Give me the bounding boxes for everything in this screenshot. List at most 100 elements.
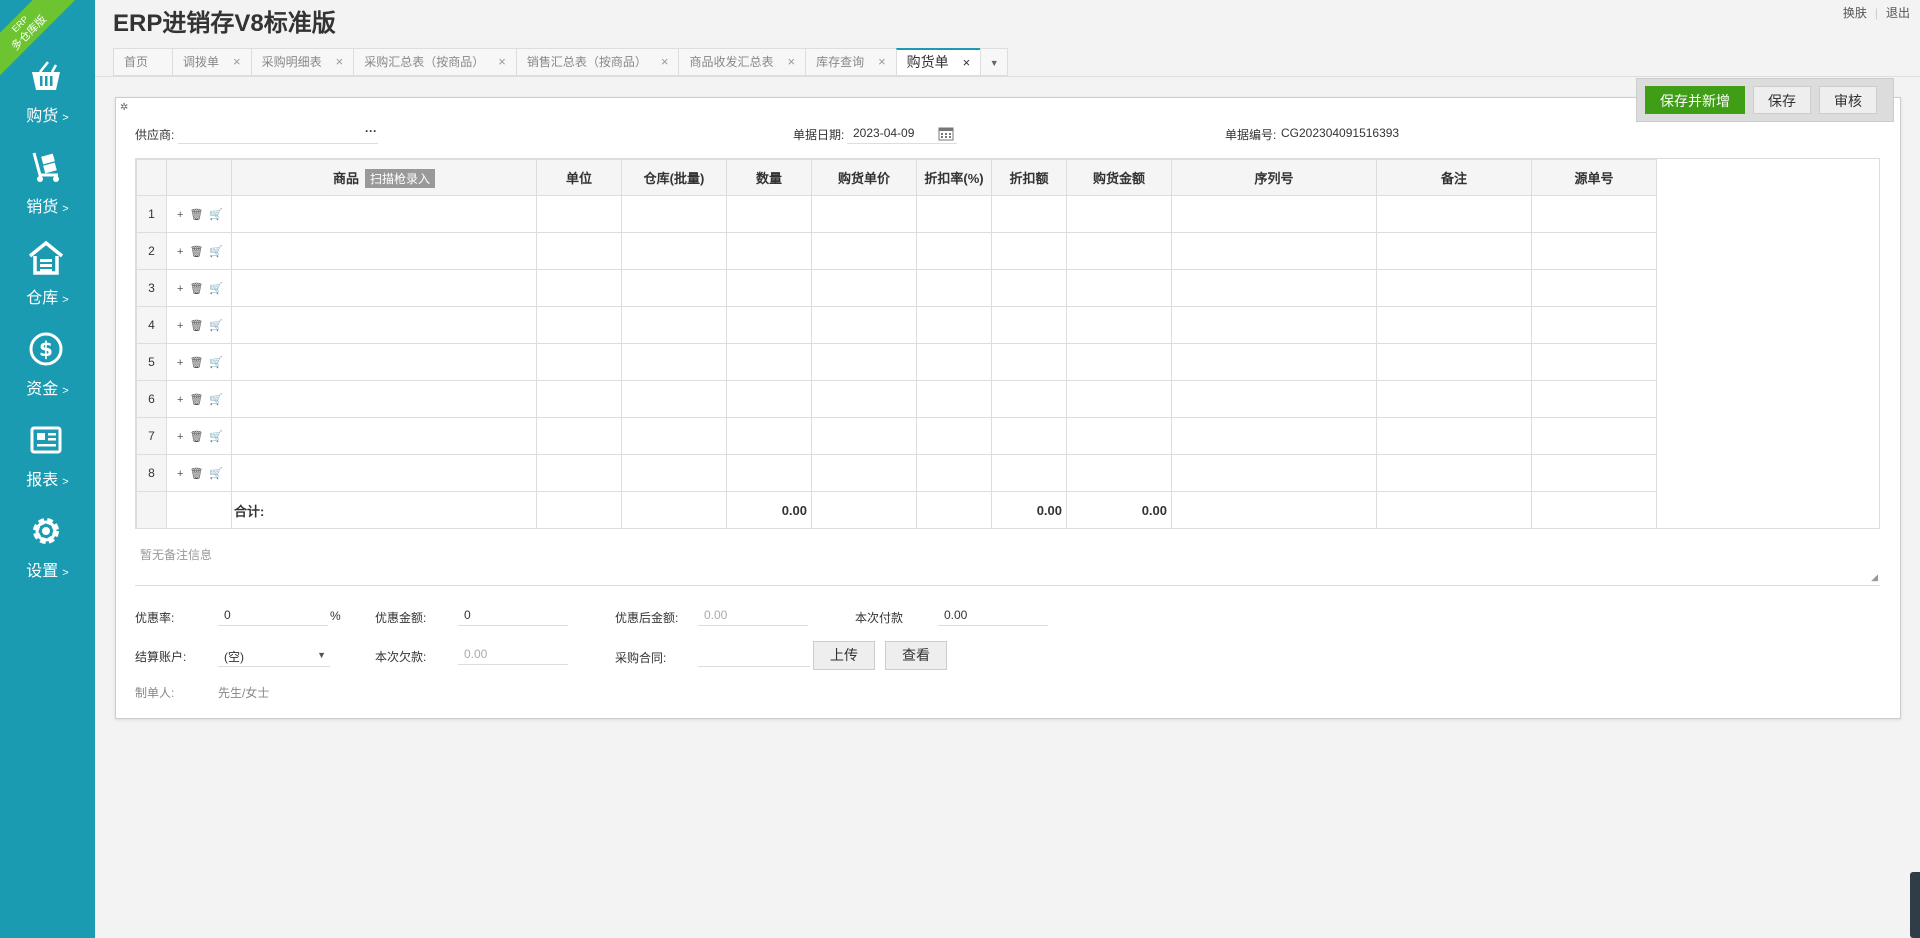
grid-cell[interactable] bbox=[1171, 232, 1377, 270]
tab-goods-flow-summary[interactable]: 商品收发汇总表 × bbox=[678, 48, 806, 76]
account-select[interactable]: (空) ▼ bbox=[218, 643, 330, 667]
grid-cell[interactable] bbox=[1066, 269, 1172, 307]
delete-row-icon[interactable]: 🗑 bbox=[189, 283, 203, 295]
grid-cell[interactable] bbox=[811, 343, 917, 381]
close-icon[interactable]: × bbox=[878, 54, 886, 69]
grid-cell[interactable] bbox=[231, 269, 537, 307]
grid-cell[interactable] bbox=[621, 343, 727, 381]
after-discount-input[interactable] bbox=[698, 604, 808, 626]
grid-cell[interactable] bbox=[1376, 195, 1532, 233]
grid-cell[interactable] bbox=[231, 232, 537, 270]
column-settings-icon[interactable]: ✲ bbox=[120, 102, 128, 113]
grid-cell[interactable] bbox=[621, 306, 727, 344]
grid-cell[interactable] bbox=[726, 306, 812, 344]
grid-cell[interactable] bbox=[916, 306, 992, 344]
calendar-icon[interactable] bbox=[938, 126, 954, 141]
upload-button[interactable]: 上传 bbox=[813, 641, 875, 670]
close-icon[interactable]: × bbox=[498, 54, 506, 69]
scan-input-button[interactable]: 扫描枪录入 bbox=[365, 168, 436, 188]
delete-row-icon[interactable]: 🗑 bbox=[189, 320, 203, 332]
tab-inventory-query[interactable]: 库存查询 × bbox=[805, 48, 896, 76]
grid-cell[interactable] bbox=[1531, 269, 1657, 307]
grid-cell[interactable] bbox=[811, 454, 917, 492]
add-row-icon[interactable]: + bbox=[177, 246, 183, 258]
grid-cell[interactable] bbox=[621, 232, 727, 270]
grid-cell[interactable] bbox=[726, 454, 812, 492]
save-button[interactable]: 保存 bbox=[1753, 86, 1811, 114]
grid-cell[interactable] bbox=[991, 269, 1067, 307]
delete-row-icon[interactable]: 🗑 bbox=[189, 209, 203, 221]
grid-cell[interactable] bbox=[726, 380, 812, 418]
grid-cell[interactable] bbox=[991, 195, 1067, 233]
grid-cell[interactable] bbox=[536, 417, 622, 455]
cart-icon[interactable]: 🛒 bbox=[209, 209, 223, 221]
supplier-input[interactable] bbox=[178, 122, 378, 144]
add-row-icon[interactable]: + bbox=[177, 320, 183, 332]
grid-cell[interactable] bbox=[1376, 454, 1532, 492]
grid-cell[interactable] bbox=[231, 343, 537, 381]
arrears-input[interactable] bbox=[458, 643, 568, 665]
grid-cell[interactable] bbox=[536, 343, 622, 381]
grid-cell[interactable] bbox=[916, 343, 992, 381]
grid-cell[interactable] bbox=[621, 269, 727, 307]
grid-cell[interactable] bbox=[991, 306, 1067, 344]
view-button[interactable]: 查看 bbox=[885, 641, 947, 670]
grid-cell[interactable] bbox=[231, 380, 537, 418]
skin-link[interactable]: 换肤 bbox=[1843, 6, 1867, 20]
grid-cell[interactable] bbox=[1376, 380, 1532, 418]
grid-cell[interactable] bbox=[726, 195, 812, 233]
grid-cell[interactable] bbox=[916, 380, 992, 418]
logout-link[interactable]: 退出 bbox=[1886, 6, 1910, 20]
tab-menu-button[interactable]: ▼ bbox=[980, 48, 1009, 76]
grid-cell[interactable] bbox=[811, 195, 917, 233]
col-warehouse[interactable]: 仓库(批量) bbox=[621, 159, 727, 196]
grid-cell[interactable] bbox=[811, 417, 917, 455]
grid-cell[interactable] bbox=[536, 454, 622, 492]
grid-cell[interactable] bbox=[1066, 195, 1172, 233]
grid-cell[interactable] bbox=[811, 306, 917, 344]
grid-cell[interactable] bbox=[1171, 306, 1377, 344]
grid-cell[interactable] bbox=[1376, 269, 1532, 307]
grid-cell[interactable] bbox=[536, 380, 622, 418]
sidebar-item-warehouse[interactable]: 仓库 > bbox=[0, 240, 95, 320]
grid-cell[interactable] bbox=[811, 380, 917, 418]
tab-purchase-summary[interactable]: 采购汇总表（按商品） × bbox=[353, 48, 516, 76]
add-row-icon[interactable]: + bbox=[177, 394, 183, 406]
grid-cell[interactable] bbox=[1171, 454, 1377, 492]
add-row-icon[interactable]: + bbox=[177, 468, 183, 480]
grid-cell[interactable] bbox=[811, 269, 917, 307]
remark-textarea[interactable]: 暂无备注信息 ◢ bbox=[135, 540, 1880, 586]
grid-cell[interactable] bbox=[1066, 232, 1172, 270]
close-icon[interactable]: × bbox=[661, 54, 669, 69]
grid-cell[interactable] bbox=[991, 454, 1067, 492]
sidebar-item-settings[interactable]: 设置 > bbox=[0, 513, 95, 593]
cart-icon[interactable]: 🛒 bbox=[209, 468, 223, 480]
grid-cell[interactable] bbox=[1171, 417, 1377, 455]
more-icon[interactable]: ··· bbox=[365, 124, 377, 138]
grid-cell[interactable] bbox=[811, 232, 917, 270]
grid-cell[interactable] bbox=[1531, 343, 1657, 381]
add-row-icon[interactable]: + bbox=[177, 431, 183, 443]
grid-cell[interactable] bbox=[536, 306, 622, 344]
grid-cell[interactable] bbox=[991, 417, 1067, 455]
close-icon[interactable]: × bbox=[963, 55, 971, 70]
grid-cell[interactable] bbox=[231, 454, 537, 492]
add-row-icon[interactable]: + bbox=[177, 283, 183, 295]
grid-cell[interactable] bbox=[536, 269, 622, 307]
grid-cell[interactable] bbox=[1531, 454, 1657, 492]
grid-cell[interactable] bbox=[1531, 306, 1657, 344]
cart-icon[interactable]: 🛒 bbox=[209, 394, 223, 406]
cart-icon[interactable]: 🛒 bbox=[209, 431, 223, 443]
grid-cell[interactable] bbox=[1066, 417, 1172, 455]
grid-cell[interactable] bbox=[621, 454, 727, 492]
grid-cell[interactable] bbox=[231, 306, 537, 344]
cart-icon[interactable]: 🛒 bbox=[209, 320, 223, 332]
grid-cell[interactable] bbox=[621, 380, 727, 418]
delete-row-icon[interactable]: 🗑 bbox=[189, 394, 203, 406]
grid-cell[interactable] bbox=[916, 454, 992, 492]
tab-transfer[interactable]: 调拨单 × bbox=[172, 48, 251, 76]
grid-cell[interactable] bbox=[1066, 380, 1172, 418]
cart-icon[interactable]: 🛒 bbox=[209, 357, 223, 369]
grid-cell[interactable] bbox=[1171, 380, 1377, 418]
grid-cell[interactable] bbox=[1376, 306, 1532, 344]
